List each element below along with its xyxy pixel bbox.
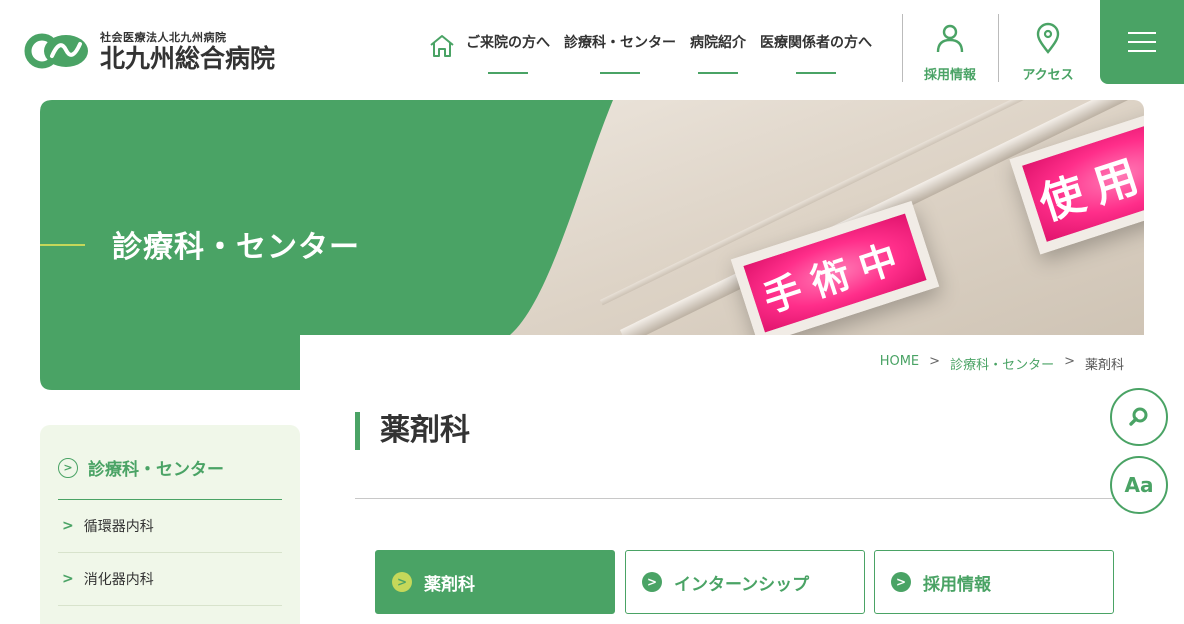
home-icon[interactable]: [428, 32, 456, 60]
tab-pharmacy[interactable]: > 薬剤科: [375, 550, 615, 614]
logo-mark-icon: [24, 28, 94, 74]
page-title: 薬剤科: [355, 412, 470, 450]
chevron-right-icon: >: [642, 572, 662, 592]
text-size-button[interactable]: Aa: [1110, 456, 1168, 514]
sidebar: > 診療科・センター > 循環器内科 > 消化器内科: [40, 425, 300, 624]
chevron-right-icon: >: [891, 572, 911, 592]
breadcrumb-current: 薬剤科: [1084, 358, 1124, 373]
hamburger-menu-button[interactable]: [1100, 0, 1184, 84]
sidebar-item-gastroenterology[interactable]: > 消化器内科: [58, 553, 282, 606]
hero-accent-line: [40, 244, 85, 246]
sidebar-item-cardiology[interactable]: > 循環器内科: [58, 500, 282, 553]
text-size-icon: Aa: [1124, 473, 1154, 497]
hospital-logo[interactable]: 社会医療法人北九州病院 北九州総合病院: [24, 28, 275, 74]
breadcrumb-separator: >: [1064, 354, 1075, 369]
nav-medical-professionals[interactable]: 医療関係者の方へ: [760, 32, 872, 74]
map-pin-icon: [1036, 22, 1060, 54]
menu-icon-line: [1128, 50, 1156, 52]
tab-recruitment[interactable]: > 採用情報: [874, 550, 1114, 614]
nav-about[interactable]: 病院紹介: [690, 32, 746, 74]
sidebar-heading[interactable]: > 診療科・センター: [58, 455, 224, 480]
hero-title: 診療科・センター: [112, 230, 360, 265]
menu-icon-line: [1128, 32, 1156, 34]
chevron-right-icon: >: [62, 571, 74, 587]
nav-divider: [998, 14, 999, 82]
chevron-right-icon: >: [58, 457, 78, 478]
access-link[interactable]: アクセス: [1002, 22, 1094, 83]
search-button[interactable]: [1110, 388, 1168, 446]
nav-visitors[interactable]: ご来院の方へ: [466, 32, 550, 74]
nav-divider: [902, 14, 903, 82]
chevron-right-icon: >: [62, 518, 74, 534]
logo-subtitle: 社会医療法人北九州病院: [100, 31, 227, 44]
search-icon: [1129, 407, 1148, 426]
menu-icon-line: [1128, 41, 1156, 43]
title-divider: [355, 498, 1115, 499]
logo-title: 北九州総合病院: [100, 44, 276, 73]
tab-internship[interactable]: > インターンシップ: [625, 550, 865, 614]
hero-banner: 手術中 使用中 診療科・センター: [40, 100, 1144, 395]
breadcrumb: HOME > 診療科・センター > 薬剤科: [880, 354, 1124, 373]
global-nav: ご来院の方へ 診療科・センター 病院紹介 医療関係者の方へ: [428, 32, 886, 74]
recruit-link[interactable]: 採用情報: [904, 22, 996, 83]
chevron-right-icon: >: [392, 572, 412, 592]
breadcrumb-home[interactable]: HOME: [880, 354, 919, 373]
nav-departments[interactable]: 診療科・センター: [564, 32, 676, 74]
person-icon: [936, 24, 964, 53]
breadcrumb-separator: >: [929, 354, 941, 369]
breadcrumb-category[interactable]: 診療科・センター: [950, 354, 1054, 373]
